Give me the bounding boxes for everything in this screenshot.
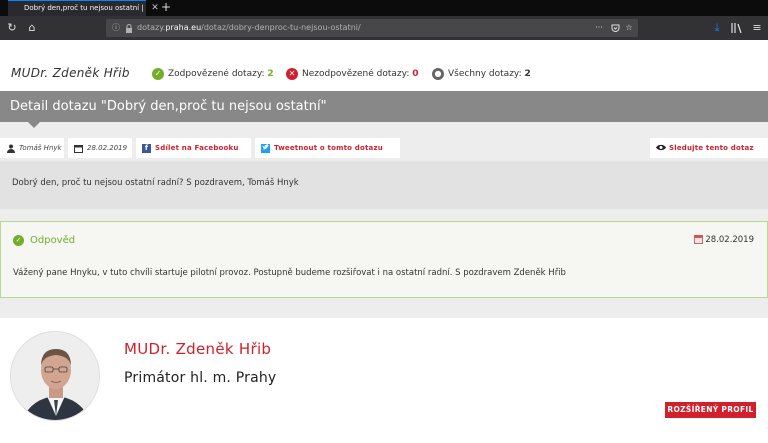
stat-answered[interactable]: ✓ Zodpovězené dotazy: 2: [152, 67, 274, 81]
user-icon: [6, 144, 15, 153]
tab-close-icon[interactable]: ✕: [150, 2, 160, 14]
browser-tab-strip: Dobrý den,proč tu nejsou ostatní | D ✕ +: [0, 0, 768, 16]
extended-profile-button[interactable]: ROZŠÍŘENÝ PROFIL: [665, 402, 756, 418]
tab-title: Dobrý den,proč tu nejsou ostatní | D: [24, 4, 146, 12]
question-box: Dobrý den, proč tu nejsou ostatní radní?…: [0, 161, 768, 209]
share-facebook-label: Sdílet na Facebooku: [155, 144, 239, 152]
speech-bubble-icon: ●: [432, 67, 444, 80]
page-title: Detail dotazu "Dobrý den,proč tu nejsou …: [10, 99, 327, 114]
author-badge: Tomáš Hnyk: [0, 138, 64, 158]
header-doctor-name[interactable]: MUDr. Zdeněk Hřib: [11, 67, 130, 79]
check-circle-icon: ✓: [152, 67, 164, 80]
stat-all-count: 2: [524, 69, 531, 79]
new-tab-button[interactable]: +: [160, 0, 172, 16]
url-text[interactable]: dotazy.praha.eu/dotaz/dobry-denproc-tu-n…: [137, 19, 361, 37]
question-meta-row: Tomáš Hnyk 28.02.2019 f Sdílet na Faceboo…: [0, 138, 768, 158]
calendar-icon: [694, 235, 704, 244]
author-name: Tomáš Hnyk: [19, 144, 62, 152]
calendar-icon: [74, 144, 83, 153]
pocket-icon[interactable]: [608, 20, 622, 36]
page-content: MUDr. Zdeněk Hřib ✓ Zodpovězené dotazy: 2…: [0, 40, 768, 443]
stat-all-label: Všechny dotazy:: [448, 69, 525, 79]
address-bar[interactable]: ⓘ dotazy.praha.eu/dotaz/dobry-denproc-tu…: [106, 19, 638, 37]
check-circle-icon: ✓: [13, 235, 24, 246]
browser-tab[interactable]: Dobrý den,proč tu nejsou ostatní | D: [8, 0, 146, 16]
profile-card: MUDr. Zdeněk Hřib Primátor hl. m. Prahy …: [0, 318, 768, 443]
profile-name[interactable]: MUDr. Zdeněk Hřib: [124, 340, 271, 358]
question-date: 28.02.2019: [87, 144, 128, 152]
stat-answered-label: Zodpovězené dotazy:: [168, 69, 268, 79]
follow-question-button[interactable]: Sledujte tento dotaz: [650, 138, 768, 158]
url-host: praha.eu: [165, 23, 202, 32]
stats-header: MUDr. Zdeněk Hřib ✓ Zodpovězené dotazy: 2…: [0, 40, 768, 91]
title-notch-decoration: [28, 122, 40, 128]
bookmark-star-icon[interactable]: ☆: [622, 20, 636, 36]
profile-role: Primátor hl. m. Prahy: [124, 370, 277, 386]
downloads-icon[interactable]: ⤓: [709, 20, 725, 36]
stat-unanswered[interactable]: ✕ Nezodpovězené dotazy: 0: [286, 67, 418, 81]
page-actions-icon[interactable]: ···: [592, 20, 606, 36]
info-icon[interactable]: ⓘ: [109, 20, 123, 36]
portrait-image: [11, 332, 99, 420]
answer-box: ✓ Odpověd 28.02.2019 Vážený pane Hnyku, v…: [0, 221, 768, 298]
url-path: /dotaz/dobry-denproc-tu-nejsou-ostatni/: [201, 23, 361, 32]
answer-date: 28.02.2019: [694, 235, 754, 245]
stat-unanswered-label: Nezodpovězené dotazy:: [302, 69, 413, 79]
twitter-icon: [261, 143, 270, 153]
cross-circle-icon: ✕: [286, 67, 298, 80]
stat-unanswered-count: 0: [412, 69, 419, 79]
home-icon[interactable]: ⌂: [24, 20, 40, 36]
stat-answered-count: 2: [267, 69, 274, 79]
answer-date-text: 28.02.2019: [705, 235, 754, 245]
question-text: Dobrý den, proč tu nejsou ostatní radní?…: [12, 178, 299, 188]
url-prefix: dotazy.: [137, 23, 166, 32]
profile-photo: [10, 331, 100, 421]
tweet-button[interactable]: Tweetnout o tomto dotazu: [255, 138, 400, 158]
stat-all[interactable]: ● Všechny dotazy: 2: [432, 67, 531, 81]
lock-icon[interactable]: [122, 20, 136, 36]
date-badge: 28.02.2019: [68, 138, 132, 158]
browser-navbar: ↻ ⌂ ⓘ dotazy.praha.eu/dotaz/dobry-denpro…: [0, 16, 768, 40]
answer-label-text: Odpověd: [30, 235, 76, 246]
answer-text: Vážený pane Hnyku, v tuto chvíli startuj…: [13, 268, 566, 278]
library-icon[interactable]: [729, 20, 745, 36]
tweet-label: Tweetnout o tomto dotazu: [274, 144, 383, 152]
detail-title-bar: Detail dotazu "Dobrý den,proč tu nejsou …: [0, 91, 768, 122]
follow-label: Sledujte tento dotaz: [669, 144, 754, 152]
share-facebook-button[interactable]: f Sdílet na Facebooku: [136, 138, 251, 158]
answer-label: ✓ Odpověd: [13, 235, 75, 247]
reload-icon[interactable]: ↻: [4, 20, 20, 36]
eye-icon: [656, 144, 666, 153]
facebook-icon: f: [142, 143, 151, 153]
menu-icon[interactable]: ≡: [749, 20, 765, 36]
